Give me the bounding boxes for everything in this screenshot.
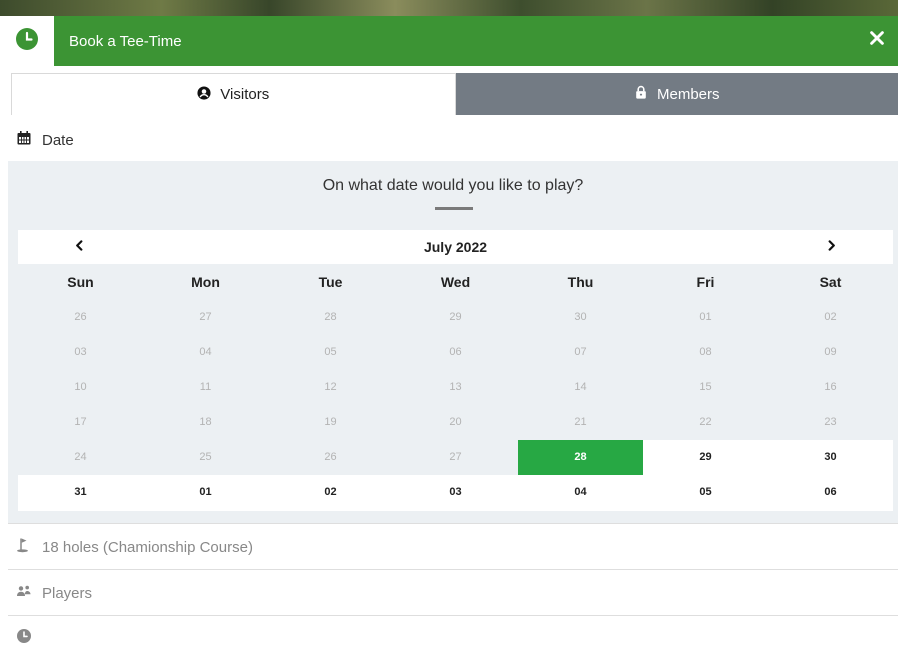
calendar-day: 20 [393, 405, 518, 440]
header-background-photo [0, 0, 898, 16]
calendar-day: 03 [18, 335, 143, 370]
calendar-day-selected[interactable]: 28 [518, 440, 643, 475]
calendar-month-label: July 2022 [423, 239, 488, 255]
calendar-day: 27 [393, 440, 518, 475]
header-clock-box [0, 16, 54, 66]
calendar-day: 22 [643, 405, 768, 440]
tab-visitors-label: Visitors [220, 86, 270, 103]
weekday-header: Fri [643, 264, 768, 300]
calendar-day: 16 [768, 370, 893, 405]
calendar-day: 01 [643, 300, 768, 335]
header-title: Book a Tee-Time [69, 32, 182, 50]
calendar-navigation: July 2022 [18, 230, 893, 264]
close-button[interactable] [864, 27, 890, 53]
calendar-day[interactable]: 31 [18, 475, 143, 510]
tab-members[interactable]: Members [455, 73, 898, 115]
course-section-label: 18 holes (Chamionship Course) [42, 538, 253, 556]
calendar-day: 24 [18, 440, 143, 475]
chevron-left-icon [74, 238, 85, 256]
calendar-day: 12 [268, 370, 393, 405]
tab-members-label: Members [656, 85, 720, 103]
calendar-day: 14 [518, 370, 643, 405]
booking-header: Book a Tee-Time [0, 16, 898, 66]
course-section-header[interactable]: 18 holes (Chamionship Course) [0, 533, 898, 561]
calendar-day: 19 [268, 405, 393, 440]
golf-flag-icon [0, 537, 42, 557]
weekday-header: Thu [518, 264, 643, 300]
calendar-day: 25 [143, 440, 268, 475]
calendar-day: 18 [143, 405, 268, 440]
weekday-header: Sat [768, 264, 893, 300]
date-question: On what date would you like to play? [322, 177, 584, 194]
calendar-day: 04 [143, 335, 268, 370]
question-divider [435, 207, 473, 210]
calendar-day: 30 [518, 300, 643, 335]
calendar-day[interactable]: 29 [643, 440, 768, 475]
lock-icon [634, 85, 648, 103]
section-divider [8, 615, 898, 616]
calendar-day: 05 [268, 335, 393, 370]
calendar-day: 15 [643, 370, 768, 405]
calendar-day: 17 [18, 405, 143, 440]
calendar-day[interactable]: 30 [768, 440, 893, 475]
users-icon [0, 583, 42, 603]
calendar-day: 07 [518, 335, 643, 370]
weekday-header: Sun [18, 264, 143, 300]
calendar-day: 23 [768, 405, 893, 440]
calendar-grid: Sun Mon Tue Wed Thu Fri Sat 26 27 28 29 30 01 02 03 04 0… [18, 264, 893, 510]
date-section-label: Date [42, 131, 74, 149]
calendar-day: 08 [643, 335, 768, 370]
calendar-day[interactable]: 03 [393, 475, 518, 510]
weekday-header: Tue [268, 264, 393, 300]
previous-month-button[interactable] [69, 237, 89, 257]
calendar: July 2022 Sun Mon Tue Wed Thu Fri Sat 26 27 28 29 3… [18, 230, 893, 511]
calendar-day: 06 [393, 335, 518, 370]
time-section-header[interactable] [0, 624, 898, 652]
section-divider [8, 569, 898, 570]
section-divider [8, 523, 898, 524]
calendar-day: 21 [518, 405, 643, 440]
chevron-right-icon [826, 238, 837, 256]
calendar-day: 26 [268, 440, 393, 475]
calendar-day[interactable]: 05 [643, 475, 768, 510]
calendar-day[interactable]: 01 [143, 475, 268, 510]
calendar-day: 13 [393, 370, 518, 405]
weekday-header: Wed [393, 264, 518, 300]
calendar-day: 26 [18, 300, 143, 335]
date-picker-panel: On what date would you like to play? Jul… [8, 161, 898, 523]
calendar-day: 10 [18, 370, 143, 405]
booking-tabs: Visitors Members [11, 73, 898, 115]
weekday-header: Mon [143, 264, 268, 300]
calendar-day[interactable]: 04 [518, 475, 643, 510]
clock-icon [0, 628, 42, 648]
calendar-day: 11 [143, 370, 268, 405]
players-section-header[interactable]: Players [0, 579, 898, 607]
players-section-label: Players [42, 584, 93, 602]
calendar-day: 02 [768, 300, 893, 335]
calendar-day[interactable]: 06 [768, 475, 893, 510]
user-circle-icon [197, 85, 211, 104]
next-month-button[interactable] [821, 237, 841, 257]
calendar-icon [0, 130, 42, 150]
calendar-day: 27 [143, 300, 268, 335]
close-icon [868, 29, 886, 52]
calendar-day[interactable]: 02 [268, 475, 393, 510]
tab-visitors[interactable]: Visitors [11, 73, 456, 115]
calendar-day: 29 [393, 300, 518, 335]
clock-icon [15, 27, 39, 56]
calendar-day: 09 [768, 335, 893, 370]
date-section-header[interactable]: Date [0, 127, 898, 153]
calendar-day: 28 [268, 300, 393, 335]
